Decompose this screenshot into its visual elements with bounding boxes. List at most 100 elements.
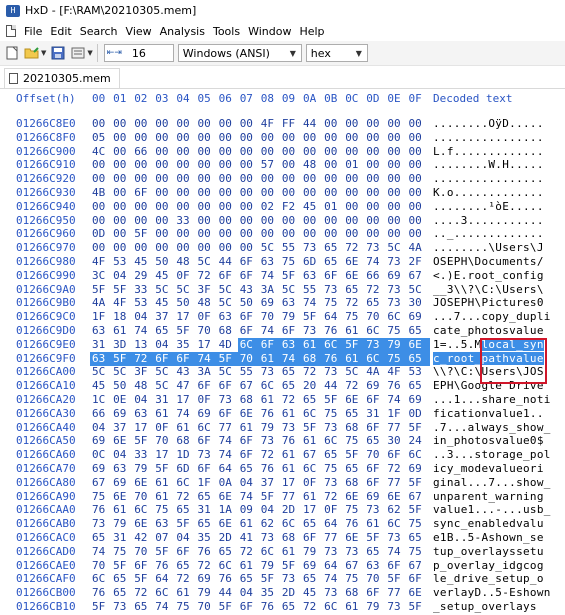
hex-byte[interactable]: 00	[364, 145, 387, 159]
hex-byte[interactable]: 13	[132, 338, 155, 352]
hex-byte[interactable]: 73	[196, 448, 219, 462]
hex-byte[interactable]: 48	[132, 379, 155, 393]
hex-byte[interactable]: 65	[280, 379, 303, 393]
hex-byte[interactable]: 00	[280, 214, 303, 228]
hex-byte[interactable]: 0A	[217, 476, 240, 490]
hex-byte[interactable]: 77	[280, 490, 303, 504]
hex-byte[interactable]: 00	[343, 200, 366, 214]
hex-byte[interactable]: 72	[238, 545, 261, 559]
hex-byte[interactable]: 61	[364, 517, 387, 531]
hex-byte[interactable]: 6F	[364, 476, 387, 490]
hex-byte[interactable]: 61	[258, 351, 282, 366]
decoded-text[interactable]: ginal...7...show_	[433, 476, 551, 490]
decoded-text[interactable]: ........OÿD.....	[433, 117, 544, 131]
hex-byte[interactable]: 65	[217, 545, 240, 559]
hex-byte[interactable]: 5F	[153, 545, 176, 559]
display-mode-select[interactable]: hex ▼	[305, 44, 368, 62]
hex-byte[interactable]: 74	[174, 407, 197, 421]
hex-byte[interactable]: 6E	[343, 269, 366, 283]
hex-byte[interactable]: 33	[174, 214, 197, 228]
decoded-text[interactable]: __3\\?\C:\Users\	[433, 283, 544, 297]
hex-byte[interactable]: 00	[132, 172, 155, 186]
hex-byte[interactable]: 45	[301, 200, 324, 214]
hex-byte[interactable]: 66	[364, 269, 387, 283]
hex-byte[interactable]: 6C	[407, 448, 430, 462]
hex-byte[interactable]: 76	[153, 559, 176, 573]
hex-byte[interactable]: 00	[238, 145, 261, 159]
hex-byte[interactable]: 3D	[111, 338, 134, 352]
hex-byte[interactable]: 76	[259, 462, 282, 476]
hex-byte[interactable]: 73	[364, 337, 388, 352]
hex-byte[interactable]: 44	[217, 255, 240, 269]
hex-byte[interactable]: 72	[322, 490, 345, 504]
hex-byte[interactable]: 72	[174, 490, 197, 504]
hex-byte[interactable]: 65	[111, 572, 134, 586]
hex-byte[interactable]: 00	[174, 172, 197, 186]
hex-byte[interactable]: 55	[301, 283, 324, 297]
hex-byte[interactable]: 00	[407, 186, 430, 200]
hex-byte[interactable]: 61	[174, 421, 197, 435]
hex-byte[interactable]: 00	[90, 241, 113, 255]
open-file-button[interactable]	[24, 45, 40, 61]
hex-byte[interactable]: 29	[132, 269, 155, 283]
hex-byte[interactable]: 5F	[111, 559, 134, 573]
hex-byte[interactable]: 6F	[364, 586, 387, 600]
hex-byte[interactable]: 67	[90, 476, 113, 490]
hex-byte[interactable]: 00	[217, 200, 240, 214]
hex-byte[interactable]: 00	[343, 117, 366, 131]
hex-byte[interactable]: 00	[153, 172, 176, 186]
hex-byte[interactable]: 77	[322, 531, 345, 545]
hex-byte[interactable]: 74	[322, 572, 345, 586]
hex-byte[interactable]: 6C	[132, 503, 155, 517]
hex-byte[interactable]: 00	[364, 117, 387, 131]
hex-byte[interactable]: 6E	[111, 434, 134, 448]
decoded-text[interactable]: ........¹òE.....	[433, 200, 544, 214]
hex-byte[interactable]: 31	[111, 531, 134, 545]
decoded-text[interactable]: icy_modevalueori	[433, 462, 544, 476]
hex-byte[interactable]: 6C	[322, 337, 346, 352]
hex-byte[interactable]: 68	[280, 531, 303, 545]
hex-byte[interactable]: 5F	[90, 283, 113, 297]
hex-byte[interactable]: 73	[322, 283, 345, 297]
hex-byte[interactable]: 00	[322, 145, 345, 159]
hex-byte[interactable]: 00	[364, 214, 387, 228]
hex-byte[interactable]: 5F	[301, 310, 324, 324]
hex-byte[interactable]: 37	[259, 476, 282, 490]
hex-byte[interactable]: 00	[280, 172, 303, 186]
hex-byte[interactable]: 6F	[217, 379, 240, 393]
hex-byte[interactable]: 76	[322, 324, 345, 338]
hex-byte[interactable]: 17	[132, 421, 155, 435]
hex-byte[interactable]: 30	[407, 296, 430, 310]
hex-byte[interactable]: 6F	[238, 600, 261, 614]
hex-byte[interactable]: 64	[153, 572, 176, 586]
hex-byte[interactable]: 73	[259, 531, 282, 545]
hex-byte[interactable]: 00	[238, 158, 261, 172]
hex-byte[interactable]: 65	[343, 283, 366, 297]
hex-byte[interactable]: 6E	[343, 531, 366, 545]
hex-byte[interactable]: 42	[132, 531, 155, 545]
decoded-text[interactable]: ficationvalue1..	[433, 407, 544, 421]
hex-byte[interactable]: 73	[217, 393, 240, 407]
hex-byte[interactable]: 75	[153, 503, 176, 517]
hex-byte[interactable]: 6F	[153, 351, 177, 366]
decoded-text[interactable]: value1...-...usb_	[433, 503, 551, 517]
hex-byte[interactable]: 6F	[301, 531, 324, 545]
hex-byte[interactable]: 00	[280, 145, 303, 159]
hex-byte[interactable]: 00	[385, 158, 408, 172]
hex-byte[interactable]: 61	[238, 421, 261, 435]
hex-byte[interactable]: 70	[237, 351, 261, 366]
hex-byte[interactable]: 5F	[174, 517, 197, 531]
hex-byte[interactable]: 00	[343, 227, 366, 241]
hex-byte[interactable]: 6C	[301, 462, 324, 476]
hex-byte[interactable]: 76	[280, 434, 303, 448]
hex-byte[interactable]: 00	[364, 186, 387, 200]
hex-byte[interactable]: 5F	[280, 559, 303, 573]
hex-byte[interactable]: 00	[385, 145, 408, 159]
hex-byte[interactable]: 00	[238, 200, 261, 214]
decoded-text[interactable]: .7...always_show_	[433, 421, 551, 435]
menu-file[interactable]: File	[24, 25, 42, 38]
hex-byte[interactable]: 69	[364, 379, 387, 393]
hex-byte[interactable]: 00	[280, 186, 303, 200]
hex-byte[interactable]: 65	[406, 351, 430, 366]
hex-byte[interactable]: 5C	[343, 365, 366, 379]
